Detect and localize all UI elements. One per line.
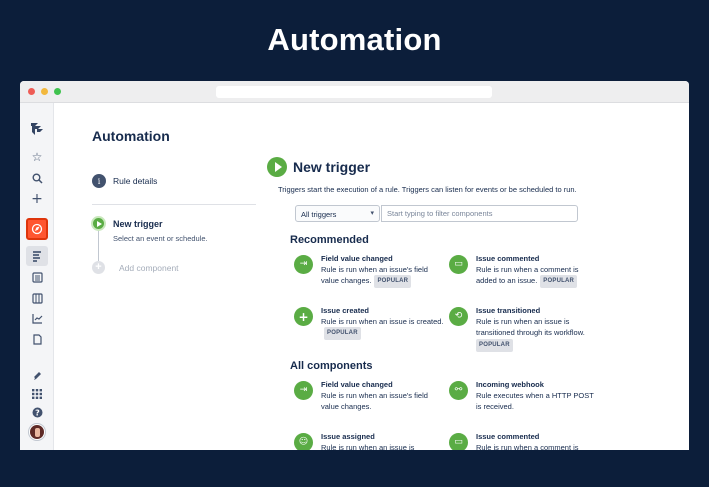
popular-badge: POPULAR <box>374 275 412 288</box>
component-card[interactable]: ▭ Issue commented Rule is run when a com… <box>449 254 599 288</box>
play-icon <box>267 157 287 177</box>
rule-steps-panel: Automation i Rule details New trigger Se… <box>54 103 256 450</box>
component-title: Issue assigned <box>321 432 375 441</box>
component-card[interactable]: ⟲ Issue transitioned Rule is run when an… <box>449 306 599 352</box>
popular-badge: POPULAR <box>324 327 361 340</box>
popular-badge: POPULAR <box>476 339 513 352</box>
filter-placeholder: Start typing to filter components <box>387 209 493 218</box>
step-connector <box>98 227 99 261</box>
create-icon[interactable]: + <box>29 191 45 207</box>
page-title: Automation <box>92 128 170 144</box>
maximize-window-button[interactable] <box>54 88 61 95</box>
global-nav-rail: ☆ + ? <box>20 103 54 450</box>
svg-text:?: ? <box>35 408 40 417</box>
component-description: Rule is run when an issue's field value … <box>321 391 428 411</box>
pages-icon[interactable] <box>29 331 45 347</box>
field-change-icon: ⇥ <box>294 255 313 274</box>
hero-title: Automation <box>267 22 442 57</box>
component-description: Rule is run when an issue is <box>321 443 415 450</box>
trigger-step-subtitle: Select an event or schedule. <box>113 234 208 243</box>
trigger-step-play-icon[interactable] <box>91 216 106 231</box>
component-description: Rule is run when an issue is created. <box>321 317 444 326</box>
component-title: Issue commented <box>476 432 540 441</box>
component-title: Incoming webhook <box>476 380 544 389</box>
window-titlebar <box>20 81 689 103</box>
popular-badge: POPULAR <box>540 275 578 288</box>
component-card[interactable]: ☺ Issue assigned Rule is run when an iss… <box>294 432 444 450</box>
info-icon: i <box>92 174 106 188</box>
recommended-heading: Recommended <box>290 234 369 246</box>
star-icon[interactable]: ☆ <box>29 149 45 165</box>
component-card[interactable]: ⇥ Field value changed Rule is run when a… <box>294 380 444 412</box>
divider <box>92 204 256 205</box>
transition-icon: ⟲ <box>449 307 468 326</box>
browser-window: ☆ + ? Automation i Rule details New trig… <box>20 81 689 450</box>
board-icon[interactable] <box>29 290 45 306</box>
minimize-window-button[interactable] <box>41 88 48 95</box>
close-window-button[interactable] <box>28 88 35 95</box>
plus-icon: + <box>294 307 313 326</box>
filter-components-input[interactable]: Start typing to filter components <box>381 205 578 222</box>
component-description: Rule is run when an issue is transitione… <box>476 317 585 337</box>
component-card[interactable]: ⚯ Incoming webhook Rule executes when a … <box>449 380 599 412</box>
all-components-heading: All components <box>290 360 373 372</box>
component-card[interactable]: ▭ Issue commented Rule is run when a com… <box>449 432 599 450</box>
component-title: Issue commented <box>476 254 540 263</box>
assign-icon: ☺ <box>294 433 313 450</box>
component-card[interactable]: + Issue created Rule is run when an issu… <box>294 306 444 340</box>
trigger-type-value: All triggers <box>301 210 337 219</box>
chevron-down-icon: ▾ <box>370 209 374 217</box>
app-switcher-icon[interactable] <box>29 386 45 402</box>
reports-icon[interactable] <box>29 310 45 326</box>
trigger-description: Triggers start the execution of a rule. … <box>278 185 577 194</box>
user-avatar[interactable] <box>29 424 45 440</box>
help-icon[interactable]: ? <box>29 404 45 420</box>
backlog-icon[interactable] <box>29 269 45 285</box>
component-card[interactable]: ⇥ Field value changed Rule is run when a… <box>294 254 444 288</box>
rule-details-label: Rule details <box>113 176 158 186</box>
trigger-header: New trigger <box>267 157 370 177</box>
field-change-icon: ⇥ <box>294 381 313 400</box>
project-avatar-icon[interactable] <box>26 218 48 240</box>
webhook-icon: ⚯ <box>449 381 468 400</box>
rule-details-link[interactable]: i Rule details <box>92 174 157 188</box>
trigger-type-select[interactable]: All triggers ▾ <box>295 205 380 222</box>
notifications-icon[interactable] <box>29 367 45 383</box>
component-title: Issue created <box>321 306 369 315</box>
add-component-icon[interactable]: + <box>92 261 105 274</box>
automation-nav-icon[interactable] <box>26 246 48 266</box>
component-description: Rule is run when a comment is <box>476 443 579 450</box>
add-component-label[interactable]: Add component <box>119 263 179 273</box>
trigger-title: New trigger <box>293 159 371 175</box>
comment-icon: ▭ <box>449 433 468 450</box>
jira-logo-icon[interactable] <box>29 121 45 137</box>
component-title: Issue transitioned <box>476 306 541 315</box>
comment-icon: ▭ <box>449 255 468 274</box>
address-bar[interactable] <box>216 86 492 98</box>
new-trigger-panel: New trigger Triggers start the execution… <box>254 103 689 450</box>
component-description: Rule executes when a HTTP POST is receiv… <box>476 391 594 411</box>
trigger-step-title[interactable]: New trigger <box>113 219 163 229</box>
component-title: Field value changed <box>321 380 393 389</box>
component-title: Field value changed <box>321 254 393 263</box>
search-icon[interactable] <box>29 170 45 186</box>
